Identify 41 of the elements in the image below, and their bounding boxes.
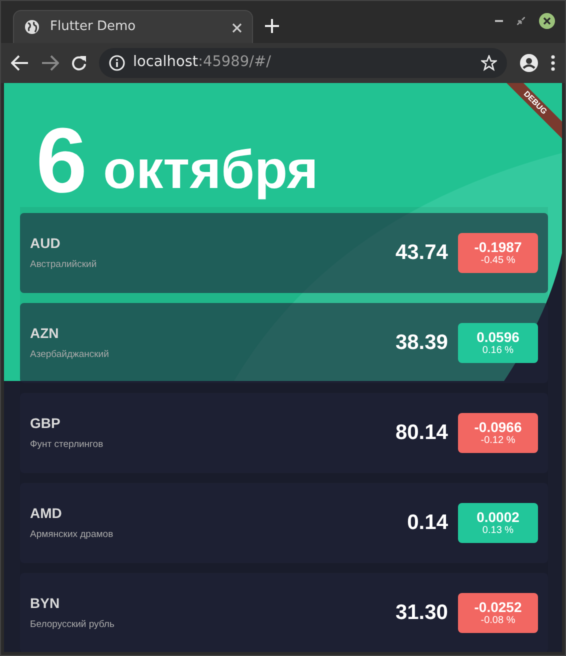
change-value: -0.0252 xyxy=(474,600,522,616)
change-percent: 0.13 % xyxy=(482,525,514,536)
address-bar[interactable]: localhost:45989/#/ xyxy=(99,48,507,78)
menu-icon[interactable] xyxy=(551,55,555,71)
change-value: 0.0596 xyxy=(476,330,520,346)
forward-icon[interactable] xyxy=(41,55,59,71)
account-icon[interactable] xyxy=(519,53,539,73)
change-percent: -0.08 % xyxy=(480,615,516,626)
currency-code: AMD xyxy=(30,504,63,524)
info-icon xyxy=(109,55,125,71)
rate-value: 31.30 xyxy=(395,600,448,626)
change-value: 0.0002 xyxy=(476,510,520,526)
change-percent: 0.16 % xyxy=(482,345,514,356)
rate-value: 43.74 xyxy=(395,240,448,266)
currency-code: BYN xyxy=(30,594,61,614)
change-value: -0.1987 xyxy=(474,240,522,256)
close-window-icon[interactable] xyxy=(539,13,555,29)
tab-title: Flutter Demo xyxy=(50,18,136,36)
currency-name: Фунт стерлингов xyxy=(30,438,104,452)
browser-tab[interactable]: Flutter Demo xyxy=(13,10,253,43)
month-name: октября xyxy=(103,143,318,197)
rate-value: 38.39 xyxy=(395,330,448,356)
change-percent: -0.45 % xyxy=(480,255,516,266)
restore-icon[interactable] xyxy=(517,17,525,25)
rate-value: 0.14 xyxy=(407,510,448,536)
currency-name: Армянских драмов xyxy=(30,528,114,542)
rate-value: 80.14 xyxy=(395,420,448,446)
change-percent: -0.12 % xyxy=(480,435,516,446)
currency-name: Азербайджанский xyxy=(30,348,109,362)
url-text: localhost:45989/#/ xyxy=(133,53,272,72)
change-value: -0.0966 xyxy=(474,420,522,436)
day-number: 6 xyxy=(36,115,88,207)
currency-code: GBP xyxy=(30,414,62,434)
currency-code: AUD xyxy=(30,234,62,254)
globe-icon xyxy=(24,19,40,35)
star-icon[interactable] xyxy=(481,55,497,71)
currency-name: Австралийский xyxy=(30,258,97,272)
back-icon[interactable] xyxy=(11,55,29,71)
reload-icon[interactable] xyxy=(71,55,87,71)
currency-name: Белорусский рубль xyxy=(30,618,114,632)
currency-code: AZN xyxy=(30,324,60,344)
